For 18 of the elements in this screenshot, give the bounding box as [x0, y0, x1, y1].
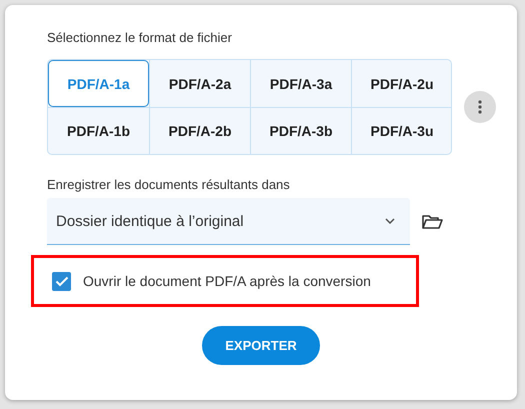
folder-icon[interactable] [422, 214, 443, 230]
format-option[interactable]: PDF/A-3u [351, 107, 452, 154]
more-options-button[interactable] [464, 91, 496, 123]
format-option[interactable]: PDF/A-3b [250, 107, 351, 154]
format-option[interactable]: PDF/A-2b [149, 107, 250, 154]
format-option[interactable]: PDF/A-3a [250, 60, 351, 107]
export-button[interactable]: EXPORTER [202, 326, 320, 365]
format-option[interactable]: PDF/A-2u [351, 60, 452, 107]
checkbox[interactable] [52, 272, 71, 290]
chevron-down-icon [385, 218, 395, 224]
format-option[interactable]: PDF/A-2a [149, 60, 250, 107]
more-icon [478, 100, 482, 114]
format-option[interactable]: PDF/A-1b [48, 107, 149, 154]
save-location-label: Enregistrer les documents résultants dans [47, 176, 291, 194]
format-label: Sélectionnez le format de fichier [47, 29, 233, 47]
open-after-label: Ouvrir le document PDF/A après la conversion [83, 273, 371, 289]
format-option[interactable]: PDF/A-1a [48, 60, 149, 107]
destination-dropdown[interactable]: Dossier identique à l’original [47, 198, 410, 245]
